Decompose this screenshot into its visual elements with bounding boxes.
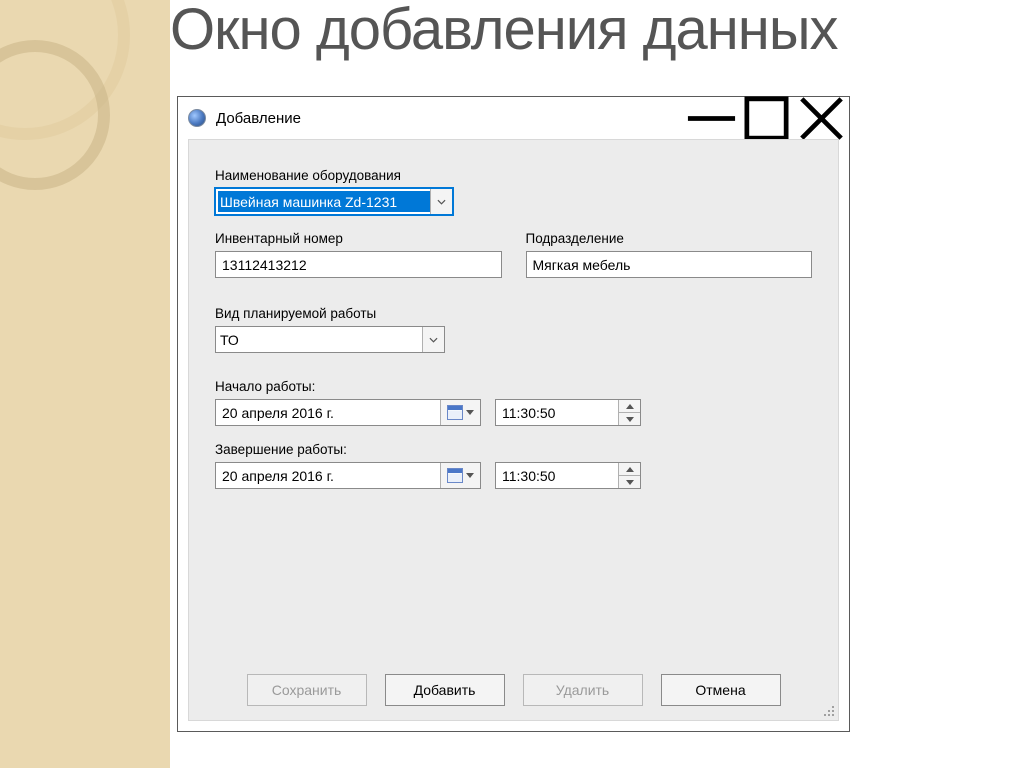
slide-title: Окно добавления данных xyxy=(170,0,838,61)
calendar-dropdown-button[interactable] xyxy=(440,400,480,425)
spinner[interactable] xyxy=(618,463,640,488)
time-end[interactable]: 11:30:50 xyxy=(495,462,641,489)
spinner-down-icon[interactable] xyxy=(619,475,640,488)
maximize-button[interactable] xyxy=(739,97,794,139)
time-end-value: 11:30:50 xyxy=(496,468,618,484)
window-title: Добавление xyxy=(216,110,684,127)
dialog-window: Добавление Наименование оборудования Шве… xyxy=(177,96,850,732)
label-department: Подразделение xyxy=(526,231,813,246)
date-end-value: 20 апреля 2016 г. xyxy=(216,468,440,484)
calendar-icon xyxy=(447,405,463,420)
app-icon xyxy=(188,109,206,127)
input-department-value: Мягкая мебель xyxy=(533,257,631,273)
field-start: Начало работы: 20 апреля 2016 г. 11:30:5… xyxy=(215,379,812,426)
combo-worktype-value: ТО xyxy=(216,332,422,348)
chevron-down-icon xyxy=(466,473,474,478)
label-worktype: Вид планируемой работы xyxy=(215,306,812,321)
spinner-up-icon[interactable] xyxy=(619,400,640,412)
time-start[interactable]: 11:30:50 xyxy=(495,399,641,426)
combo-equipment[interactable]: Швейная машинка Zd-1231 xyxy=(215,188,453,215)
label-start: Начало работы: xyxy=(215,379,812,394)
row-inv-dep: Инвентарный номер 13112413212 Подразделе… xyxy=(215,231,812,294)
input-department[interactable]: Мягкая мебель xyxy=(526,251,813,278)
input-inventory[interactable]: 13112413212 xyxy=(215,251,502,278)
combo-equipment-value: Швейная машинка Zd-1231 xyxy=(218,191,430,212)
spinner-up-icon[interactable] xyxy=(619,463,640,475)
cancel-button[interactable]: Отмена xyxy=(661,674,781,706)
date-start[interactable]: 20 апреля 2016 г. xyxy=(215,399,481,426)
field-equipment: Наименование оборудования Швейная машинк… xyxy=(215,168,812,215)
client-area: Наименование оборудования Швейная машинк… xyxy=(188,139,839,721)
size-grip-icon[interactable] xyxy=(820,702,836,718)
minimize-button[interactable] xyxy=(684,97,739,139)
field-department: Подразделение Мягкая мебель xyxy=(526,231,813,278)
label-equipment: Наименование оборудования xyxy=(215,168,812,183)
delete-button[interactable]: Удалить xyxy=(523,674,643,706)
time-start-value: 11:30:50 xyxy=(496,405,618,421)
field-worktype: Вид планируемой работы ТО xyxy=(215,306,812,353)
spinner[interactable] xyxy=(618,400,640,425)
chevron-down-icon[interactable] xyxy=(422,327,444,352)
close-button[interactable] xyxy=(794,97,849,139)
add-button[interactable]: Добавить xyxy=(385,674,505,706)
date-start-value: 20 апреля 2016 г. xyxy=(216,405,440,421)
field-inventory: Инвентарный номер 13112413212 xyxy=(215,231,502,278)
chevron-down-icon xyxy=(466,410,474,415)
label-end: Завершение работы: xyxy=(215,442,812,457)
spinner-down-icon[interactable] xyxy=(619,412,640,425)
titlebar[interactable]: Добавление xyxy=(178,97,849,139)
button-row: Сохранить Добавить Удалить Отмена xyxy=(189,674,838,706)
label-inventory: Инвентарный номер xyxy=(215,231,502,246)
calendar-icon xyxy=(447,468,463,483)
chevron-down-icon[interactable] xyxy=(430,189,452,214)
save-button[interactable]: Сохранить xyxy=(247,674,367,706)
date-end[interactable]: 20 апреля 2016 г. xyxy=(215,462,481,489)
combo-worktype[interactable]: ТО xyxy=(215,326,445,353)
input-inventory-value: 13112413212 xyxy=(222,257,307,273)
field-end: Завершение работы: 20 апреля 2016 г. 11:… xyxy=(215,442,812,489)
calendar-dropdown-button[interactable] xyxy=(440,463,480,488)
